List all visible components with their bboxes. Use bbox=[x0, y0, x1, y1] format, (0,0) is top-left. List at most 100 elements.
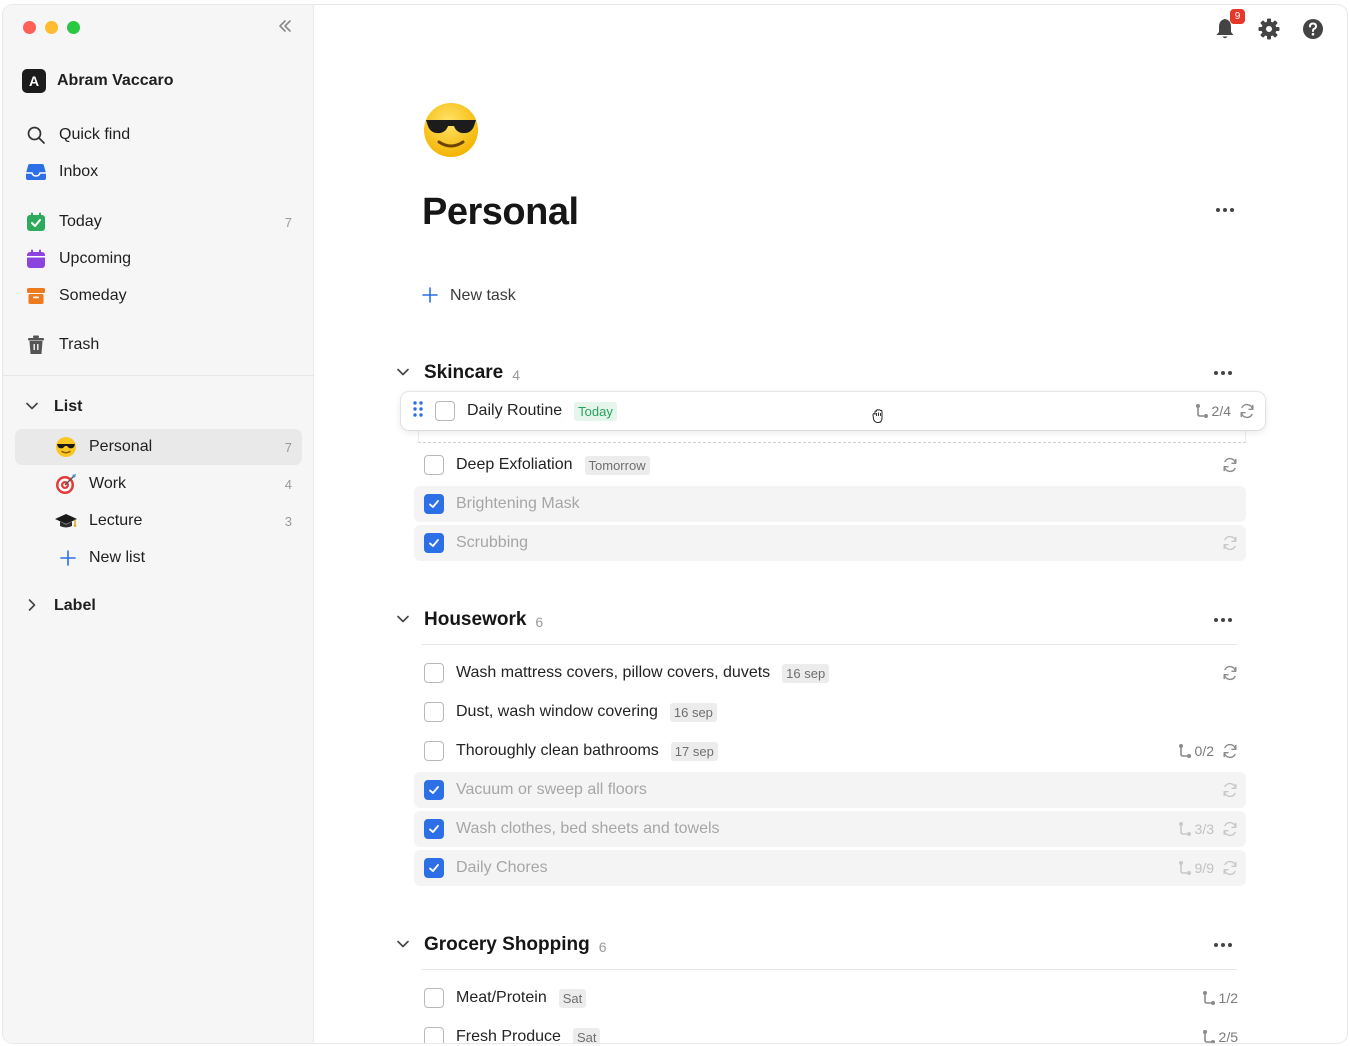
subtask-count-text: 9/9 bbox=[1194, 860, 1214, 876]
nav-label: Upcoming bbox=[59, 250, 132, 267]
task-row[interactable]: Thoroughly clean bathrooms 17 sep 0/2 bbox=[414, 733, 1246, 769]
task-checkbox[interactable] bbox=[424, 455, 444, 475]
chevron-down-icon bbox=[25, 399, 41, 416]
task-checkbox[interactable] bbox=[424, 663, 444, 683]
sunglasses-emoji-icon bbox=[55, 436, 77, 458]
label-section-toggle[interactable]: Label bbox=[25, 597, 96, 615]
collapse-sidebar-button[interactable] bbox=[276, 17, 296, 37]
task-checkbox[interactable] bbox=[424, 741, 444, 761]
trash-icon bbox=[25, 334, 47, 356]
plus-icon bbox=[422, 285, 438, 307]
task-row[interactable]: Scrubbing bbox=[414, 525, 1246, 561]
task-checkbox[interactable] bbox=[424, 988, 444, 1008]
window-controls bbox=[23, 21, 80, 34]
task-checkbox-checked[interactable] bbox=[424, 780, 444, 800]
task-row[interactable]: Daily Chores 9/9 bbox=[414, 850, 1246, 886]
task-meta: 3/3 bbox=[1178, 821, 1238, 837]
sidebar-item-label: Personal bbox=[89, 438, 153, 455]
task-name: Brightening Mask bbox=[456, 495, 580, 512]
due-tag: Sat bbox=[558, 988, 587, 1008]
task-checkbox[interactable] bbox=[424, 1027, 444, 1043]
subtask-icon bbox=[1202, 1030, 1215, 1043]
group-divider bbox=[422, 644, 1237, 645]
page-emoji-sunglasses-icon[interactable] bbox=[422, 101, 480, 159]
group-count: 6 bbox=[598, 939, 607, 955]
app-window: A Abram Vaccaro Quick find Inbox Today 7 bbox=[3, 5, 1347, 1043]
subtask-icon bbox=[1178, 861, 1191, 875]
user-menu[interactable]: A Abram Vaccaro bbox=[22, 69, 174, 93]
nav-trash[interactable]: Trash bbox=[15, 327, 302, 363]
group-header-grocery-shopping[interactable]: Grocery Shopping 6 bbox=[394, 930, 1240, 960]
subtask-count: 1/2 bbox=[1202, 990, 1238, 1006]
minimize-window-button[interactable] bbox=[45, 21, 58, 34]
new-list-button[interactable]: New list bbox=[15, 540, 302, 576]
subtask-count: 2/5 bbox=[1202, 1029, 1238, 1043]
list-count: 3 bbox=[284, 513, 292, 529]
nav-label: Inbox bbox=[59, 163, 99, 180]
task-checkbox[interactable] bbox=[435, 401, 455, 421]
task-row[interactable]: Wash clothes, bed sheets and towels 3/3 bbox=[414, 811, 1246, 847]
sidebar-item-lecture[interactable]: Lecture 3 bbox=[15, 503, 302, 539]
task-row[interactable]: Meat/Protein Sat 1/2 bbox=[414, 980, 1246, 1016]
due-tag: 16 sep bbox=[782, 663, 830, 683]
drag-handle-icon[interactable] bbox=[413, 400, 423, 422]
checkmark-icon bbox=[429, 864, 439, 872]
subtask-count: 0/2 bbox=[1178, 743, 1214, 759]
nav-label: Today bbox=[59, 213, 102, 230]
page-more-button[interactable] bbox=[1216, 208, 1234, 212]
task-checkbox[interactable] bbox=[424, 702, 444, 722]
group-header-housework[interactable]: Housework 6 bbox=[394, 605, 1240, 635]
zoom-window-button[interactable] bbox=[67, 21, 80, 34]
nav-label: Trash bbox=[59, 336, 100, 353]
group-more-button[interactable] bbox=[1214, 371, 1232, 375]
group-more-button[interactable] bbox=[1214, 943, 1232, 947]
new-task-button[interactable]: New task bbox=[422, 285, 516, 307]
today-count: 7 bbox=[284, 214, 292, 230]
task-row[interactable]: Wash mattress covers, pillow covers, duv… bbox=[414, 655, 1246, 691]
subtask-icon bbox=[1202, 991, 1215, 1005]
nav-someday[interactable]: Someday bbox=[15, 278, 302, 314]
group-header-skincare[interactable]: Skincare 4 bbox=[394, 358, 1240, 388]
nav-label: Quick find bbox=[59, 126, 131, 143]
group-count: 4 bbox=[512, 367, 521, 383]
task-checkbox-checked[interactable] bbox=[424, 858, 444, 878]
task-row[interactable]: Dust, wash window covering 16 sep bbox=[414, 694, 1246, 730]
task-row[interactable]: Vacuum or sweep all floors bbox=[414, 772, 1246, 808]
task-row[interactable]: Brightening Mask bbox=[414, 486, 1246, 522]
subtask-count-text: 1/2 bbox=[1218, 990, 1238, 1006]
task-checkbox-checked[interactable] bbox=[424, 533, 444, 553]
list-section-toggle[interactable]: List bbox=[25, 398, 82, 416]
subtask-count-text: 2/4 bbox=[1211, 403, 1231, 419]
sidebar-item-personal[interactable]: Personal 7 bbox=[15, 429, 302, 465]
target-emoji-icon bbox=[55, 473, 77, 495]
search-icon bbox=[25, 124, 47, 146]
close-window-button[interactable] bbox=[23, 21, 36, 34]
due-tag: Today bbox=[574, 401, 617, 421]
task-checkbox-checked[interactable] bbox=[424, 494, 444, 514]
task-meta bbox=[1222, 782, 1238, 798]
chevron-down-icon[interactable] bbox=[394, 612, 412, 629]
group-more-button[interactable] bbox=[1214, 618, 1232, 622]
due-tag: Tomorrow bbox=[584, 455, 650, 475]
chevron-down-icon[interactable] bbox=[394, 937, 412, 954]
repeat-icon bbox=[1223, 782, 1237, 798]
nav-quick-find[interactable]: Quick find bbox=[15, 117, 302, 153]
chevrons-left-icon bbox=[279, 20, 291, 32]
group-title: Skincare bbox=[424, 362, 504, 383]
chevron-down-icon[interactable] bbox=[394, 365, 412, 382]
task-name: Vacuum or sweep all floors bbox=[456, 781, 647, 798]
group-divider bbox=[422, 969, 1237, 970]
list-count: 7 bbox=[284, 439, 292, 455]
task-meta bbox=[1222, 665, 1238, 681]
task-row-dragging[interactable]: Daily Routine Today 2/4 bbox=[401, 392, 1265, 430]
due-tag: 16 sep bbox=[669, 702, 717, 722]
nav-inbox[interactable]: Inbox bbox=[15, 154, 302, 190]
nav-upcoming[interactable]: Upcoming bbox=[15, 241, 302, 277]
nav-today[interactable]: Today 7 bbox=[15, 204, 302, 240]
task-row[interactable]: Deep Exfoliation Tomorrow bbox=[414, 447, 1246, 483]
task-checkbox-checked[interactable] bbox=[424, 819, 444, 839]
task-row[interactable]: Fresh Produce Sat 2/5 bbox=[414, 1019, 1246, 1043]
new-task-label: New task bbox=[450, 287, 516, 304]
subtask-icon bbox=[1178, 822, 1191, 836]
sidebar-item-work[interactable]: Work 4 bbox=[15, 466, 302, 502]
